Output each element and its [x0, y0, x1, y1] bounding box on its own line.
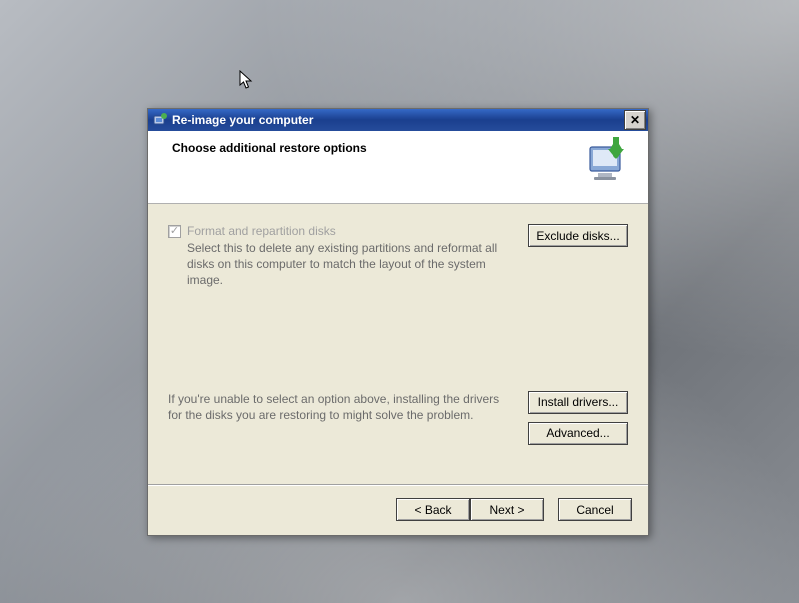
desktop-background: Re-image your computer ✕ Choose addition… — [0, 0, 799, 603]
dialog-window: Re-image your computer ✕ Choose addition… — [147, 108, 649, 536]
drivers-row: If you're unable to select an option abo… — [168, 391, 628, 445]
format-description: Select this to delete any existing parti… — [168, 240, 510, 289]
back-button[interactable]: < Back — [396, 498, 470, 521]
titlebar[interactable]: Re-image your computer ✕ — [148, 109, 648, 131]
driver-hint-text: If you're unable to select an option abo… — [168, 391, 510, 423]
wizard-body: ✓ Format and repartition disks Select th… — [148, 204, 648, 484]
format-option-row: ✓ Format and repartition disks Select th… — [168, 224, 628, 289]
format-checkbox: ✓ — [168, 225, 181, 238]
close-icon: ✕ — [630, 113, 640, 127]
wizard-footer: < BackNext > Cancel — [148, 486, 648, 535]
next-button[interactable]: Next > — [470, 498, 544, 521]
window-title: Re-image your computer — [172, 113, 624, 127]
wizard-header: Choose additional restore options — [148, 131, 648, 204]
page-title: Choose additional restore options — [172, 141, 634, 155]
format-checkbox-label: Format and repartition disks — [187, 224, 336, 238]
install-drivers-button[interactable]: Install drivers... — [528, 391, 628, 414]
app-icon — [152, 112, 168, 128]
mouse-cursor-icon — [239, 70, 257, 92]
close-button[interactable]: ✕ — [624, 110, 646, 130]
restore-icon — [582, 137, 632, 185]
advanced-button[interactable]: Advanced... — [528, 422, 628, 445]
exclude-disks-button[interactable]: Exclude disks... — [528, 224, 628, 247]
cancel-button[interactable]: Cancel — [558, 498, 632, 521]
